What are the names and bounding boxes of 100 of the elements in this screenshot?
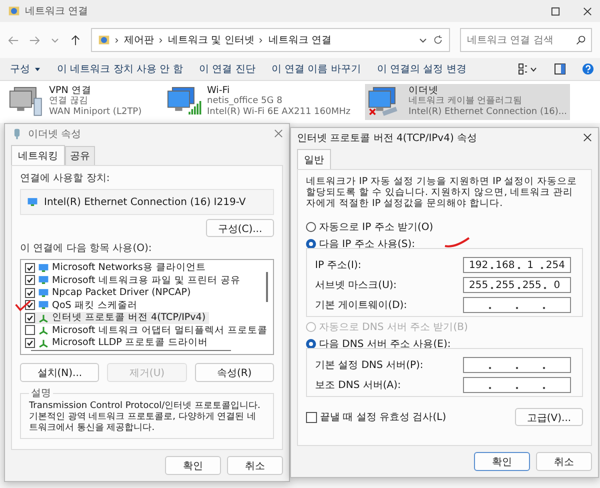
items-label: 이 연결에 다음 항목 사용(O): — [20, 242, 153, 256]
command-button[interactable]: 이 네트워크 장치 사용 안 함 — [53, 60, 187, 78]
cancel-button[interactable]: 취소 — [536, 452, 592, 471]
network-client-icon — [38, 288, 49, 298]
connection-item[interactable]: 이더넷 네트워크 케이블 언플러그됨 Intel(R) Ethernet Connection (16)... — [365, 84, 570, 120]
command-button[interactable]: 이 연결 이름 바꾸기 — [267, 60, 365, 78]
checkbox[interactable] — [25, 262, 35, 273]
list-item[interactable]: Microsoft LLDP 프로토콜 드라이버 — [25, 337, 211, 349]
connection-item[interactable]: Wi-Fi netis_office 5G 8 Intel(R) Wi-Fi 6E AX211 160MHz — [164, 84, 354, 120]
refresh-icon[interactable] — [433, 35, 443, 45]
tab[interactable]: 네트워킹 — [11, 145, 65, 166]
ip-address-field[interactable] — [463, 357, 571, 374]
ok-button[interactable]: 확인 — [165, 456, 221, 475]
scrollbar[interactable] — [31, 350, 231, 352]
field-label: 보조 DNS 서버(A): — [315, 379, 402, 392]
connection-name: Wi-Fi — [207, 85, 231, 96]
radio-option[interactable]: 다음 IP 주소 사용(S): — [306, 237, 583, 252]
close-icon[interactable] — [583, 133, 592, 142]
ip-address-field[interactable] — [463, 377, 571, 394]
wifi-monitor-icon — [167, 85, 203, 117]
radio-button[interactable] — [306, 222, 316, 232]
tab[interactable]: 공유 — [65, 146, 95, 166]
scrollbar[interactable] — [266, 272, 268, 302]
command-button[interactable]: 이 연결의 설정 변경 — [372, 60, 470, 78]
control-panel-icon — [98, 34, 110, 46]
list-item[interactable]: Microsoft 네트워크 어댑터 멀티플렉서 프로토콜 — [25, 324, 270, 336]
up-arrow-icon[interactable] — [70, 34, 81, 46]
list-item[interactable]: Microsoft Networks용 클라이언트 — [25, 262, 209, 274]
close-icon[interactable] — [583, 6, 592, 16]
checkbox[interactable] — [25, 312, 35, 323]
connection-item[interactable]: VPN 연결 연결 끊김 WAN Miniport (L2TP) — [6, 84, 152, 120]
forward-arrow-icon[interactable] — [29, 34, 40, 46]
protocol-icon — [38, 338, 49, 348]
command-button[interactable]: 이 연결 진단 — [194, 60, 260, 78]
preview-pane-icon[interactable] — [554, 63, 566, 75]
field-label: 서브넷 마스크(U): — [315, 279, 398, 292]
list-item[interactable]: QoS 패킷 스케줄러 — [25, 300, 140, 312]
ip-address-field[interactable]: 255 255 255 0 — [463, 277, 571, 294]
back-arrow-icon[interactable] — [8, 34, 19, 46]
radio-option[interactable]: 자동으로 IP 주소 받기(O) — [306, 220, 583, 234]
network-client-icon — [38, 275, 49, 286]
network-client-icon — [38, 262, 49, 273]
action-button[interactable]: 설치(N)... — [20, 363, 100, 382]
address-bar[interactable]: 제어판 네트워크 및 인터넷 네트워크 연결 — [91, 28, 450, 52]
device-label: 연결에 사용할 장치: — [20, 172, 111, 186]
radio-button[interactable] — [306, 239, 316, 250]
annotation-check-icon — [443, 236, 471, 248]
breadcrumb[interactable]: 제어판 — [124, 33, 154, 47]
breadcrumb[interactable]: 네트워크 및 인터넷 — [168, 33, 254, 47]
cancel-button[interactable]: 취소 — [227, 456, 283, 475]
server-monitor-icon — [9, 85, 45, 117]
ok-button[interactable]: 확인 — [474, 452, 530, 471]
organize-menu[interactable]: 구성 — [6, 60, 45, 78]
connection-status: 네트워크 케이블 언플러그됨 — [408, 96, 524, 107]
validate-option[interactable]: 끝낼 때 설정 유효성 검사(L) — [306, 410, 446, 424]
network-folder-icon — [8, 5, 20, 17]
network-client-icon — [38, 300, 49, 310]
search-field[interactable]: 네트워크 연결 검색 — [460, 28, 592, 52]
tab[interactable]: 일반 — [297, 149, 331, 170]
adapter-name: Intel(R) Wi-Fi 6E AX211 160MHz — [207, 107, 350, 118]
chevron-icon — [159, 36, 163, 44]
chevron-icon — [115, 36, 119, 44]
device-name: Intel(R) Ethernet Connection (16) I219-V — [44, 196, 246, 208]
adapter-name: WAN Miniport (L2TP) — [49, 107, 142, 118]
window-title: 네트워크 연결 — [25, 5, 88, 18]
view-options-icon[interactable] — [518, 63, 538, 75]
configure-button[interactable]: 구성(C)... — [206, 219, 274, 238]
connection-status: netis_office 5G 8 — [207, 96, 284, 107]
dialog-title: 이더넷 속성 — [28, 128, 82, 141]
ip-address-field[interactable]: 192 168 1 254 — [463, 257, 571, 274]
annotation-check-icon — [14, 299, 32, 312]
protocol-icon — [38, 312, 49, 323]
checkbox[interactable] — [25, 275, 35, 286]
list-item[interactable]: Microsoft 네트워크용 파일 및 프린터 공유 — [25, 274, 244, 286]
help-icon[interactable] — [582, 63, 594, 75]
caret-icon — [34, 66, 41, 72]
maximize-icon[interactable] — [551, 6, 560, 16]
connection-name: VPN 연결 — [49, 85, 92, 96]
radio-option[interactable]: 다음 DNS 서버 주소 사용(E): — [306, 337, 583, 352]
group-label: 설명 — [30, 387, 52, 400]
ip-address-field[interactable] — [463, 297, 571, 314]
advanced-button[interactable]: 고급(V)... — [515, 408, 583, 426]
field-label: 기본 게이트웨이(D): — [315, 299, 408, 312]
adapter-name: Intel(R) Ethernet Connection (16)... — [408, 107, 568, 118]
list-item[interactable]: Npcap Packet Driver (NPCAP) — [25, 287, 194, 299]
connection-status: 연결 끊김 — [49, 96, 89, 107]
checkbox[interactable] — [25, 338, 35, 348]
breadcrumb[interactable]: 네트워크 연결 — [268, 33, 332, 47]
field-label: IP 주소(I): — [315, 259, 362, 272]
checkbox[interactable] — [306, 412, 317, 423]
checkbox[interactable] — [25, 288, 35, 298]
checkbox[interactable] — [25, 325, 35, 336]
search-icon — [576, 35, 586, 45]
protocol-icon — [38, 325, 49, 336]
connection-name: 이더넷 — [408, 85, 440, 96]
radio-button[interactable] — [306, 339, 316, 350]
list-item[interactable]: 인터넷 프로토콜 버전 4(TCP/IPv4) — [25, 312, 209, 324]
chevron-icon — [259, 36, 264, 44]
network-adapter-icon — [27, 197, 38, 208]
action-button[interactable]: 속성(R) — [194, 363, 274, 382]
